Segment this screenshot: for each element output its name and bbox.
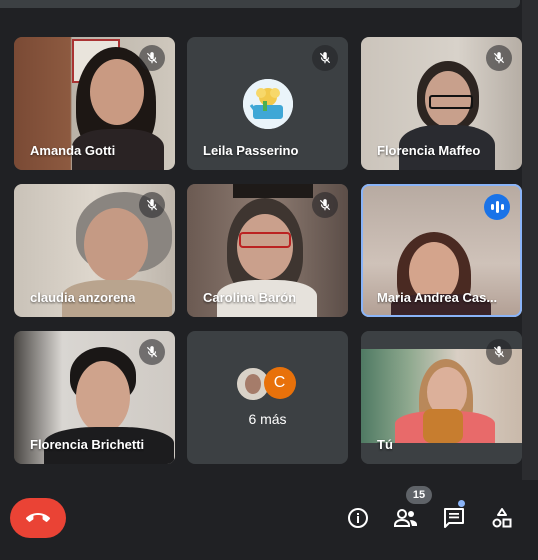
more-count-label: 6 más xyxy=(248,411,287,427)
participant-count-badge: 15 xyxy=(406,486,432,504)
participant-tile-florencia-m[interactable]: Florencia Maffeo xyxy=(361,37,522,170)
activities-button[interactable] xyxy=(488,504,516,532)
more-participants-tile[interactable]: C 6 más xyxy=(187,331,348,464)
participant-name: Leila Passerino xyxy=(203,143,299,158)
info-icon xyxy=(348,508,368,528)
leave-call-button[interactable] xyxy=(10,498,66,538)
mic-off-icon xyxy=(312,45,338,71)
mic-off-icon xyxy=(312,192,338,218)
participant-name: Florencia Brichetti xyxy=(30,437,145,452)
people-icon xyxy=(394,509,417,527)
meeting-details-button[interactable] xyxy=(344,504,372,532)
avatar xyxy=(242,79,293,129)
chat-icon xyxy=(444,508,464,528)
participant-name: Maria Andrea Cas... xyxy=(377,290,498,305)
participant-tile-self[interactable]: Tú xyxy=(361,331,522,464)
avatar-letter: C xyxy=(263,367,296,399)
control-bar xyxy=(0,480,538,560)
participant-name: Carolina Barón xyxy=(203,290,297,305)
participant-name: Amanda Gotti xyxy=(30,143,116,158)
mic-off-icon xyxy=(139,45,165,71)
participant-name: Tú xyxy=(377,437,393,452)
participant-name: claudia anzorena xyxy=(30,290,136,305)
participant-name: Florencia Maffeo xyxy=(377,143,481,158)
participant-grid: Amanda Gotti Leila Passerino Florencia M… xyxy=(0,0,538,480)
participant-tile-claudia[interactable]: claudia anzorena xyxy=(14,184,175,317)
speaking-indicator-icon xyxy=(484,194,510,220)
end-call-icon xyxy=(26,513,50,522)
participant-tile-florencia-b[interactable]: Florencia Brichetti xyxy=(14,331,175,464)
people-button[interactable] xyxy=(392,504,420,532)
participant-tile-maria-andrea[interactable]: Maria Andrea Cas... xyxy=(361,184,522,317)
participant-tile-leila[interactable]: Leila Passerino xyxy=(187,37,348,170)
participant-tile-amanda[interactable]: Amanda Gotti xyxy=(14,37,175,170)
participant-tile-carolina[interactable]: Carolina Barón xyxy=(187,184,348,317)
mic-off-icon xyxy=(486,339,512,365)
avatar-stack: C xyxy=(235,367,300,401)
activities-icon xyxy=(492,508,512,528)
chat-notification-dot xyxy=(458,500,465,507)
mic-off-icon xyxy=(486,45,512,71)
mic-off-icon xyxy=(139,339,165,365)
mic-off-icon xyxy=(139,192,165,218)
chat-button[interactable] xyxy=(440,504,468,532)
